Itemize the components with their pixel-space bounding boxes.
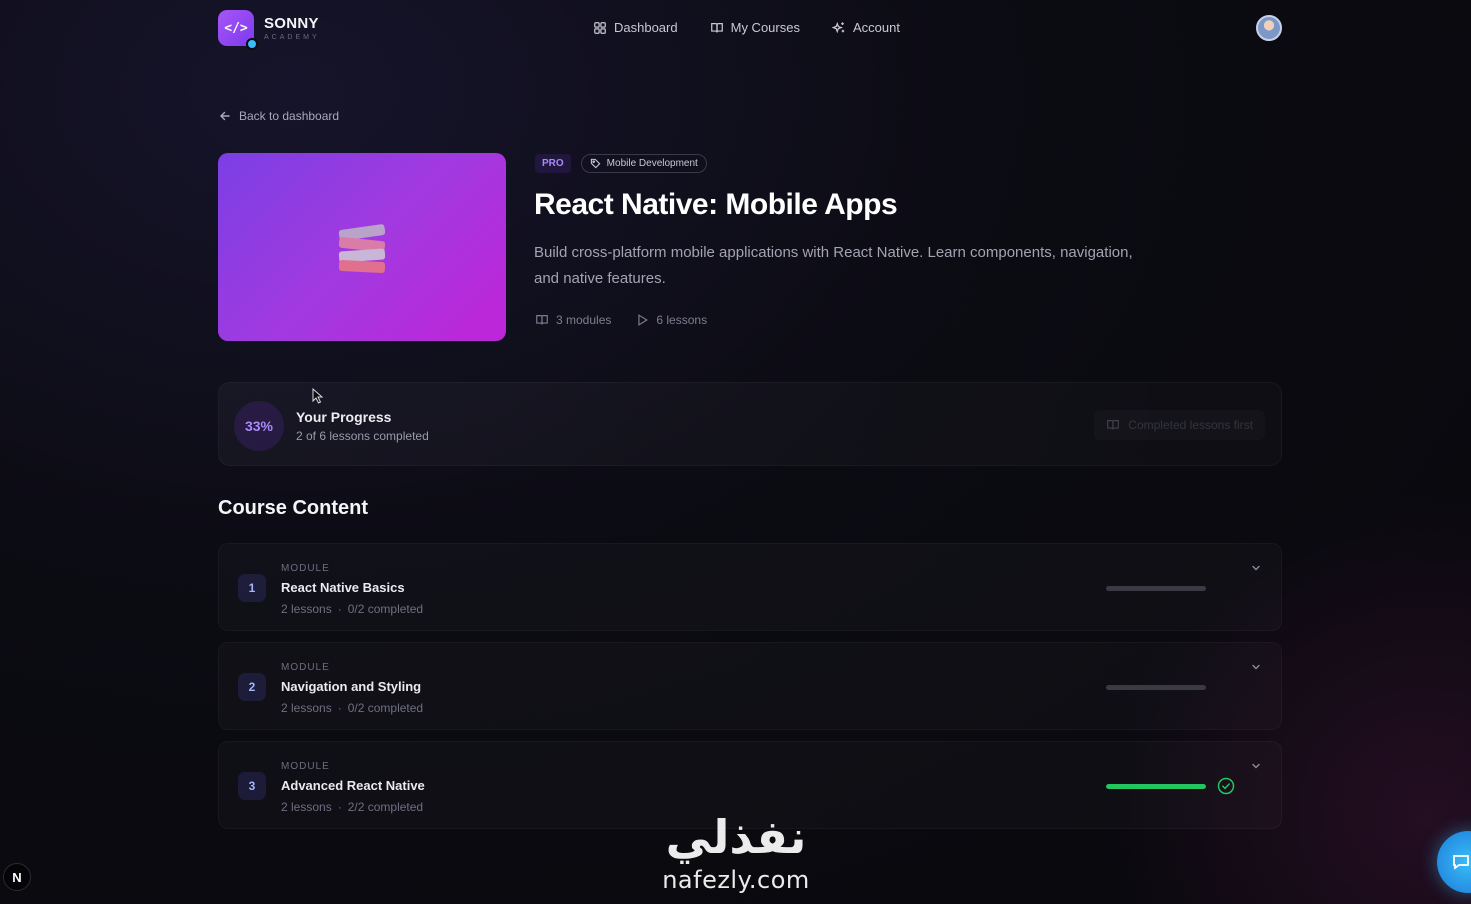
main-nav: Dashboard My Courses Account xyxy=(593,20,900,35)
grid-icon xyxy=(594,21,606,34)
module-completed: 0/2 completed xyxy=(347,701,424,715)
progress-percent: 33% xyxy=(234,401,284,451)
module-progress-bar xyxy=(1106,685,1206,690)
module-title: React Native Basics xyxy=(281,580,405,595)
module-eyebrow: MODULE xyxy=(281,662,330,673)
module-number: 2 xyxy=(238,673,266,701)
meta-separator: · xyxy=(337,701,342,715)
module-progress-bar xyxy=(1106,784,1206,789)
course-meta: 3 modules 6 lessons xyxy=(535,313,707,327)
meta-separator: · xyxy=(337,602,342,616)
book-icon xyxy=(1107,420,1120,430)
continue-learning-label: Completed lessons first xyxy=(1128,418,1253,432)
books-icon xyxy=(335,219,389,275)
module-row-1[interactable]: 1 MODULE React Native Basics 2 lessons ·… xyxy=(218,543,1282,631)
category-badge: Mobile Development xyxy=(580,154,707,173)
chevron-down-icon[interactable] xyxy=(1250,661,1262,673)
nav-account[interactable]: Account xyxy=(831,20,900,35)
logo-dot xyxy=(246,38,258,50)
arrow-left-icon xyxy=(220,111,230,121)
module-lessons: 2 lessons xyxy=(281,701,332,715)
lessons-count: 6 lessons xyxy=(635,313,707,327)
book-open-icon xyxy=(536,315,548,325)
nextjs-devtools-button[interactable]: N xyxy=(3,863,31,891)
brand-logo[interactable]: </> SONNY ACADEMY xyxy=(218,10,320,50)
module-title: Advanced React Native xyxy=(281,778,425,793)
module-meta: 2 lessons · 2/2 completed xyxy=(281,800,423,814)
avatar[interactable] xyxy=(1256,15,1282,41)
nav-my-courses-label: My Courses xyxy=(730,20,800,35)
watermark-arabic: نفذلي xyxy=(665,810,807,864)
book-icon xyxy=(710,22,723,32)
watermark: نفذلي nafezly.com xyxy=(646,808,826,894)
chevron-down-icon[interactable] xyxy=(1250,760,1262,772)
chat-bubble-icon xyxy=(1453,855,1469,870)
course-badges: PRO Mobile Development xyxy=(535,154,707,173)
module-completed: 0/2 completed xyxy=(347,602,424,616)
course-description: Build cross-platform mobile applications… xyxy=(534,244,1133,287)
code-icon: </> xyxy=(218,10,258,50)
course-cover-image xyxy=(218,153,506,341)
module-title: Navigation and Styling xyxy=(281,679,422,694)
module-row-2[interactable]: 2 MODULE Navigation and Styling 2 lesson… xyxy=(218,642,1282,730)
nav-my-courses[interactable]: My Courses xyxy=(710,20,800,35)
nav-dashboard[interactable]: Dashboard xyxy=(593,20,678,35)
top-navbar: </> SONNY ACADEMY Dashboard My Courses A… xyxy=(0,0,1471,56)
check-circle-icon xyxy=(1217,777,1235,795)
chevron-down-icon[interactable] xyxy=(1250,562,1262,574)
mouse-cursor-icon xyxy=(312,388,324,404)
nav-dashboard-label: Dashboard xyxy=(614,20,678,35)
meta-separator: · xyxy=(337,800,342,814)
back-link-label: Back to dashboard xyxy=(239,109,340,123)
back-to-dashboard-link[interactable]: Back to dashboard xyxy=(219,109,339,123)
progress-card: 33% Your Progress 2 of 6 lessons complet… xyxy=(218,382,1282,466)
tag-icon xyxy=(590,158,601,169)
play-icon xyxy=(638,314,649,326)
module-progress-bar xyxy=(1106,586,1206,591)
brand-name: SONNY xyxy=(264,14,319,32)
brand-subtitle: ACADEMY xyxy=(264,33,320,41)
sparkle-icon xyxy=(831,21,845,33)
chat-button[interactable] xyxy=(1437,831,1471,893)
course-content-title: Course Content xyxy=(218,497,368,519)
module-number: 3 xyxy=(238,772,266,800)
logo-glyph: </> xyxy=(224,20,248,36)
module-number: 1 xyxy=(238,574,266,602)
progress-title: Your Progress xyxy=(296,409,392,425)
module-eyebrow: MODULE xyxy=(281,761,330,772)
progress-subtitle: 2 of 6 lessons completed xyxy=(296,429,429,443)
category-label: Mobile Development xyxy=(606,158,698,169)
modules-count: 3 modules xyxy=(535,313,611,327)
module-progress-fill xyxy=(1106,784,1206,789)
module-completed: 2/2 completed xyxy=(347,800,424,814)
lessons-count-label: 6 lessons xyxy=(656,313,708,327)
module-lessons: 2 lessons xyxy=(281,800,332,814)
module-meta: 2 lessons · 0/2 completed xyxy=(281,701,423,715)
module-meta: 2 lessons · 0/2 completed xyxy=(281,602,423,616)
pro-badge: PRO xyxy=(535,154,571,173)
modules-count-label: 3 modules xyxy=(556,313,612,327)
nav-account-label: Account xyxy=(852,20,900,35)
module-eyebrow: MODULE xyxy=(281,563,330,574)
module-lessons: 2 lessons xyxy=(281,602,332,616)
continue-learning-button[interactable]: Completed lessons first xyxy=(1094,410,1265,440)
course-title: React Native: Mobile Apps xyxy=(534,188,898,221)
watermark-latin: nafezly.com xyxy=(662,866,810,894)
